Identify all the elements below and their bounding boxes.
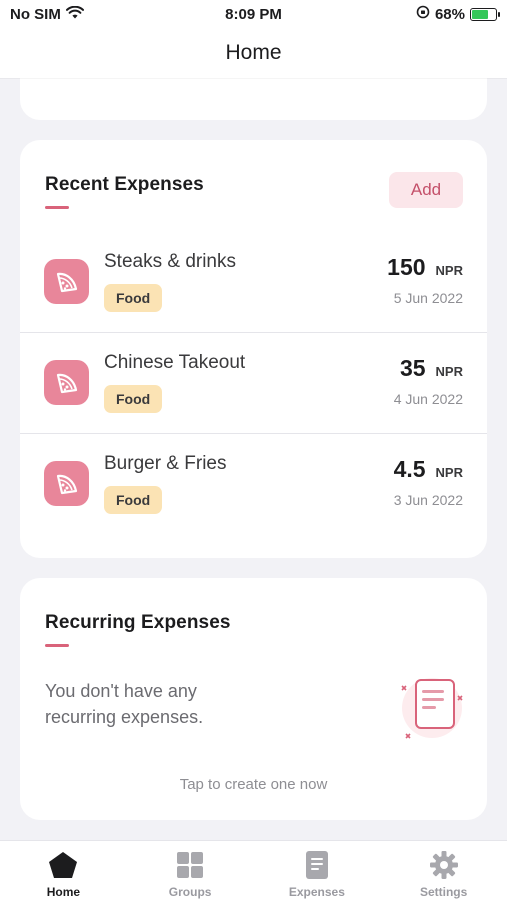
clock: 8:09 PM [225,5,282,23]
document-icon [302,850,332,880]
expense-amount: 4.5 [393,456,426,482]
title-underline [45,644,69,647]
status-left: No SIM [10,5,84,23]
tab-label: Expenses [288,885,345,899]
tab-groups[interactable]: Groups [127,841,254,900]
create-recurring-link[interactable]: Tap to create one now [20,776,487,793]
pizza-icon [44,461,89,506]
section-title: Recent Expenses [45,174,204,195]
expense-name: Steaks & drinks [104,251,236,272]
grid-icon [175,850,205,880]
navigation-bar: Home [0,28,507,78]
expense-date: 4 Jun 2022 [393,391,463,407]
orientation-lock-icon [416,5,430,23]
add-expense-button[interactable]: Add [389,172,463,208]
expense-name: Burger & Fries [104,453,227,474]
expense-date: 3 Jun 2022 [393,492,463,508]
tab-home[interactable]: Home [0,841,127,900]
recurring-expenses-card[interactable]: Recurring Expenses You don't have any re… [20,578,487,820]
expense-amount: 150 [387,254,426,280]
amount-group: 4.5 NPR [394,456,463,483]
category-tag: Food [104,486,163,514]
status-bar: No SIM 8:09 PM 68% [0,0,507,28]
battery-fill [472,9,488,19]
home-icon [48,850,78,880]
carrier-label: No SIM [10,5,61,23]
category-tag: Food [104,284,163,312]
expense-row[interactable]: Chinese Takeout Food 35 NPR 4 Jun 2022 [20,333,487,434]
category-tag: Food [104,385,163,413]
expense-currency: NPR [435,263,463,278]
section-title: Recurring Expenses [45,612,231,633]
expense-currency: NPR [435,364,463,379]
amount-group: 150 NPR [387,254,463,281]
expense-row[interactable]: Burger & Fries Food 4.5 NPR 3 Jun 2022 [20,434,487,535]
tab-label: Groups [168,885,212,899]
amount-group: 35 NPR [400,355,463,382]
page-title: Home [225,41,282,64]
pizza-icon [44,259,89,304]
tab-bar: Home Groups Expenses Settings [0,840,507,900]
expense-amount: 35 [399,355,426,381]
tab-expenses[interactable]: Expenses [254,841,381,900]
recent-expenses-card: Recent Expenses Add Steaks & drinks Food… [20,140,487,558]
empty-state-text: You don't have any recurring expenses. [45,681,204,727]
battery-icon [470,7,500,21]
status-right: 68% [416,5,500,23]
tab-settings[interactable]: Settings [380,841,507,900]
tab-label: Settings [419,885,468,899]
document-icon [392,670,466,744]
title-underline [45,206,69,209]
battery-percent: 68% [434,5,465,23]
expense-name: Chinese Takeout [104,352,246,373]
expense-currency: NPR [435,465,463,480]
tab-label: Home [46,885,81,899]
expense-row[interactable]: Steaks & drinks Food 150 NPR 5 Jun 2022 [20,232,487,333]
pizza-icon [44,360,89,405]
gear-icon [429,850,459,880]
expense-date: 5 Jun 2022 [393,290,463,306]
wifi-icon [65,5,84,23]
